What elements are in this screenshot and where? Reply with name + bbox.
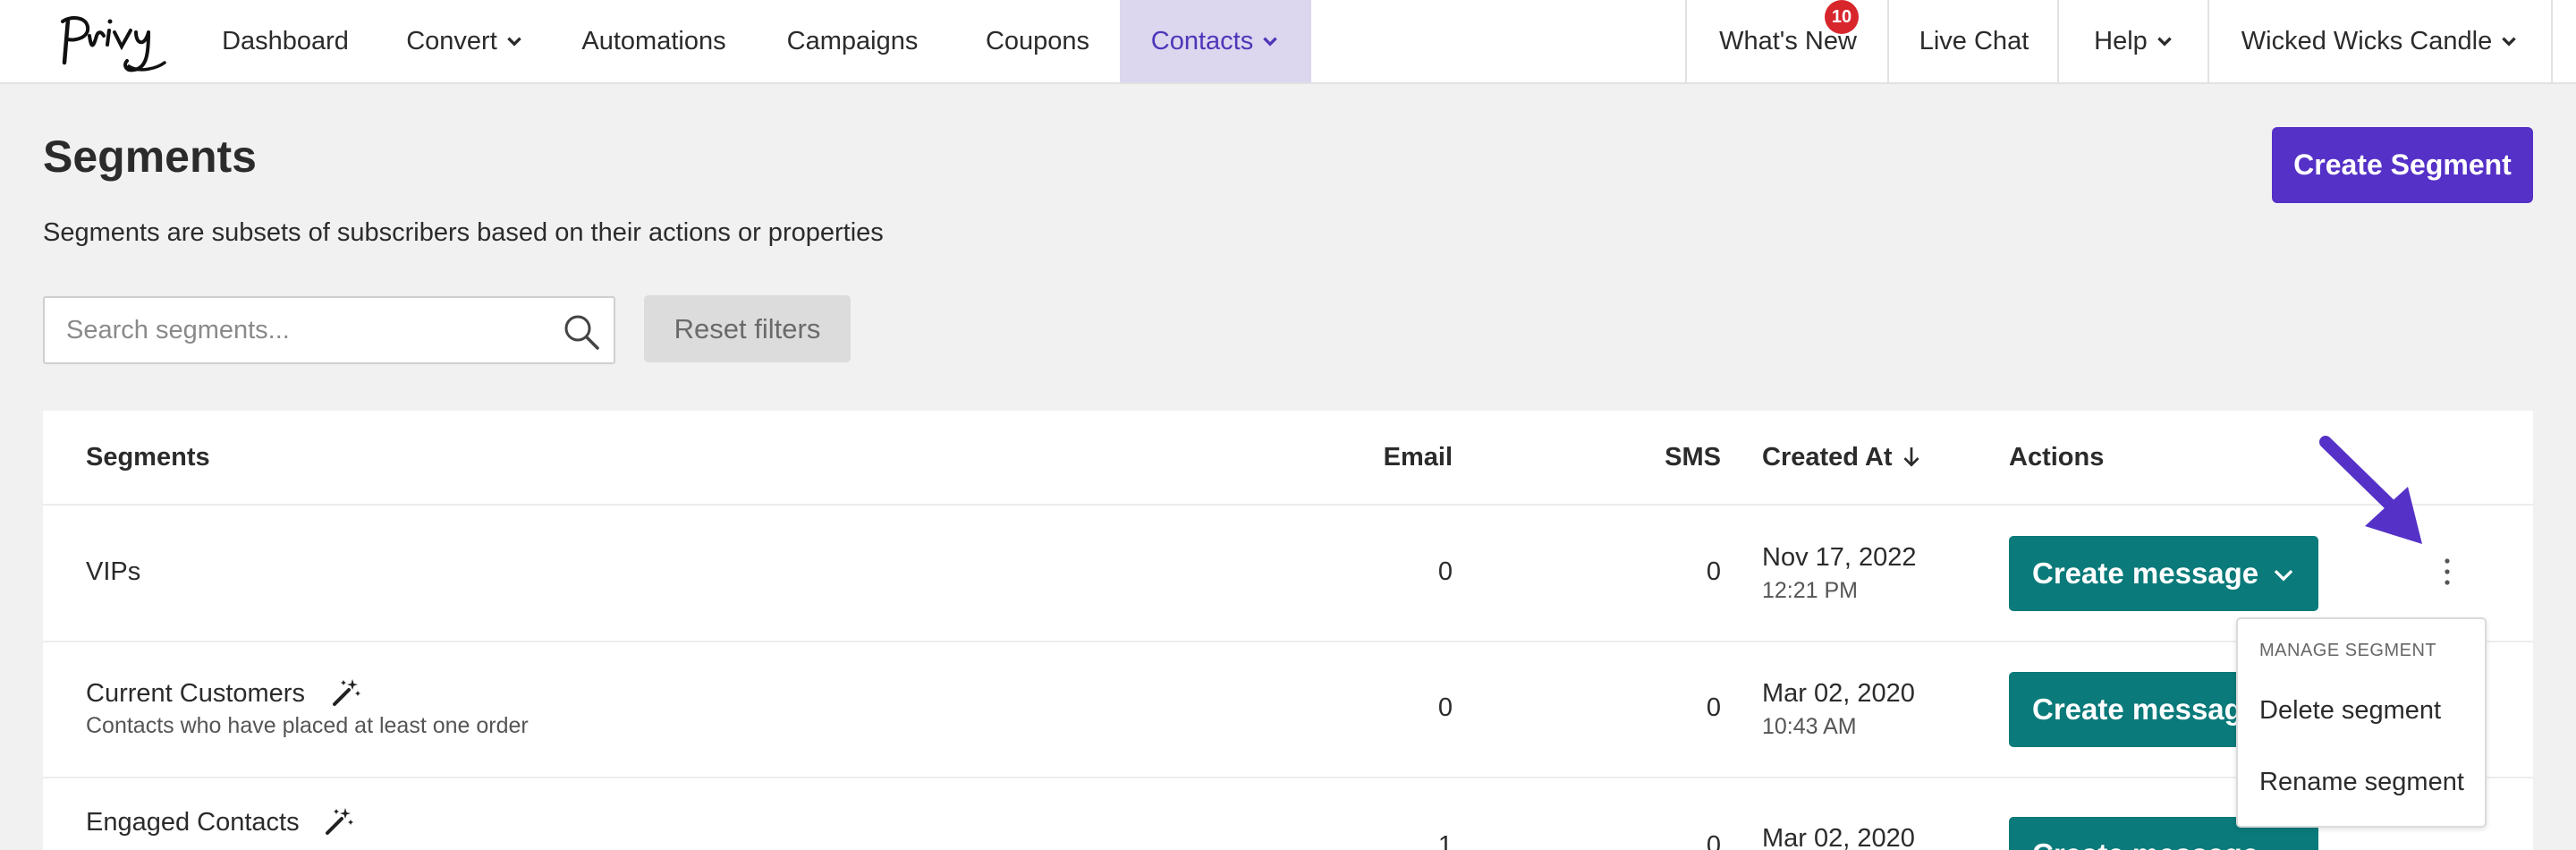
segment-name[interactable]: Current Customers (86, 679, 305, 709)
created-date-value: Mar 02, 2020 (1762, 824, 1915, 850)
row-divider (43, 504, 2533, 506)
delete-segment-menu-item[interactable]: Delete segment (2259, 696, 2441, 726)
nav-convert-label: Convert (406, 26, 497, 55)
top-navigation: Dashboard Convert Automations Campaigns … (0, 0, 2576, 84)
header-created-at[interactable]: Created At (1762, 411, 1921, 504)
search-box (43, 296, 615, 364)
email-count: 0 (1437, 693, 1453, 722)
annotation-arrow-icon (2319, 436, 2422, 544)
chevron-down-icon (1263, 37, 1277, 47)
segment-description: Contacts who have placed at least one or… (86, 713, 529, 738)
chevron-down-icon (2274, 569, 2293, 582)
chevron-down-icon (506, 37, 521, 47)
chevron-down-icon (2502, 37, 2516, 47)
segments-table: Segments Email SMS Created At Actions VI… (43, 411, 2533, 850)
nav-help[interactable]: Help (2057, 0, 2209, 82)
create-message-label: Create message (2032, 693, 2259, 726)
notification-badge: 10 (1825, 0, 1859, 34)
magic-wand-icon (333, 679, 360, 706)
more-options-icon[interactable] (2436, 554, 2458, 590)
chevron-down-icon (2157, 37, 2172, 47)
header-segments[interactable]: Segments (86, 411, 210, 504)
email-count: 1 (1437, 831, 1453, 850)
nav-automations[interactable]: Automations (574, 0, 733, 82)
page-subtitle: Segments are subsets of subscribers base… (43, 218, 884, 247)
magic-wand-icon (326, 808, 353, 835)
header-sms[interactable]: SMS (1563, 411, 1721, 504)
nav-campaigns[interactable]: Campaigns (776, 0, 928, 82)
create-message-button[interactable]: Create message (2009, 536, 2318, 611)
row-divider (43, 777, 2533, 778)
nav-whats-new[interactable]: What's New 10 (1685, 0, 1889, 82)
nav-account-menu[interactable]: Wicked Wicks Candle (2207, 0, 2551, 82)
menu-header: MANAGE SEGMENT (2259, 641, 2437, 660)
nav-coupons-label: Coupons (985, 26, 1090, 55)
nav-live-chat[interactable]: Live Chat (1887, 0, 2059, 82)
nav-live-chat-label: Live Chat (1919, 26, 2029, 55)
header-actions: Actions (2009, 442, 2105, 472)
segment-name[interactable]: Engaged Contacts (86, 808, 300, 837)
row-divider (43, 641, 2533, 642)
header-email[interactable]: Email (1295, 411, 1453, 504)
privy-logo-icon (61, 16, 166, 72)
created-time-value: 12:21 PM (1762, 578, 1859, 603)
sms-count: 0 (1706, 557, 1721, 586)
nav-account-label: Wicked Wicks Candle (2241, 26, 2493, 55)
sms-count: 0 (1706, 693, 1721, 722)
segment-name[interactable]: VIPs (86, 557, 140, 587)
search-input[interactable] (66, 298, 549, 362)
nav-automations-label: Automations (581, 26, 726, 55)
nav-contacts-label: Contacts (1150, 26, 1254, 55)
created-date-value: Mar 02, 2020 (1762, 679, 1915, 708)
create-message-label: Create message (2032, 557, 2259, 590)
privy-logo[interactable] (54, 9, 170, 75)
manage-segment-menu: MANAGE SEGMENT Delete segment Rename seg… (2236, 617, 2487, 828)
nav-dashboard-label: Dashboard (222, 26, 349, 55)
nav-dashboard[interactable]: Dashboard (213, 0, 358, 82)
create-message-label: Create message (2032, 837, 2258, 850)
nav-campaigns-label: Campaigns (786, 26, 919, 55)
created-time-value: 10:43 AM (1762, 714, 1857, 739)
page-title: Segments (43, 132, 257, 182)
created-date-value: Nov 17, 2022 (1762, 543, 1917, 572)
created-date: Nov 17, 2022 12:21 PM (1762, 543, 1917, 604)
search-icon[interactable] (562, 312, 601, 352)
nav-help-label: Help (2094, 26, 2148, 55)
nav-divider (2551, 0, 2553, 82)
rename-segment-menu-item[interactable]: Rename segment (2259, 768, 2464, 797)
nav-convert[interactable]: Convert (394, 0, 537, 82)
sms-count: 0 (1706, 831, 1721, 850)
created-date: Mar 02, 2020 10:43 AM (1762, 679, 1915, 740)
header-created-at-label: Created At (1762, 442, 1893, 472)
email-count: 0 (1437, 557, 1453, 586)
create-segment-button[interactable]: Create Segment (2272, 127, 2533, 203)
created-date: Mar 02, 2020 (1762, 824, 1915, 850)
reset-filters-button[interactable]: Reset filters (644, 295, 851, 362)
sort-arrow-down-icon (1903, 447, 1919, 467)
nav-coupons[interactable]: Coupons (975, 0, 1100, 82)
nav-contacts[interactable]: Contacts (1120, 0, 1311, 82)
